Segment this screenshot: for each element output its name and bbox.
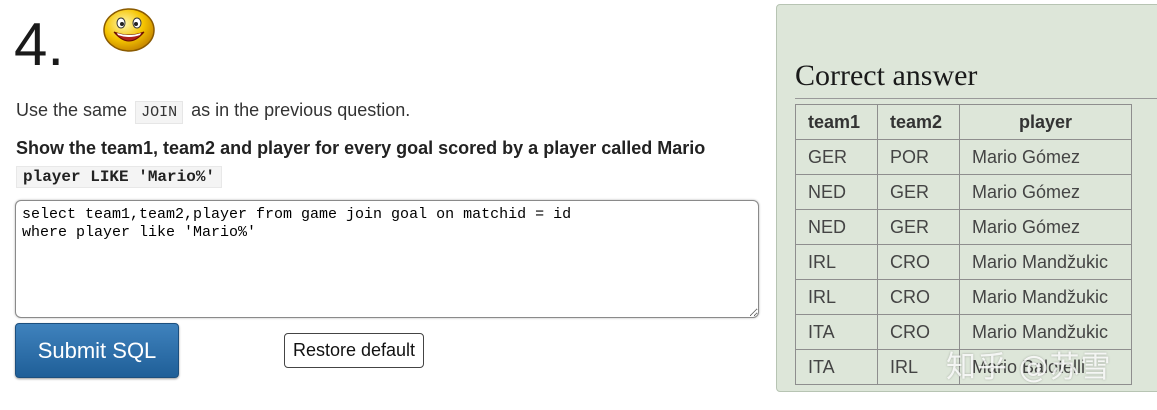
column-header-team2: team2 bbox=[877, 104, 960, 140]
restore-default-button[interactable]: Restore default bbox=[284, 333, 424, 368]
answer-title: Correct answer bbox=[795, 59, 978, 92]
watermark: 知乎 @苏雪 bbox=[946, 350, 1112, 385]
cell-team1: GER bbox=[795, 139, 878, 175]
correct-answer-panel: Correct answer team1 team2 player GER PO… bbox=[776, 4, 1157, 392]
sql-editor[interactable]: select team1,team2,player from game join… bbox=[15, 200, 759, 318]
column-header-team1: team1 bbox=[795, 104, 878, 140]
table-row: IRL CRO Mario Mandžukic bbox=[795, 279, 1132, 315]
cell-player: Mario Gómez bbox=[959, 174, 1132, 210]
table-header-row: team1 team2 player bbox=[795, 104, 1132, 140]
question-number: 4. bbox=[14, 11, 65, 78]
answer-divider bbox=[795, 98, 1157, 99]
intro-before: Use the same bbox=[16, 100, 128, 120]
cell-team1: ITA bbox=[795, 349, 878, 385]
cell-team1: IRL bbox=[795, 279, 878, 315]
intro-text: Use the same JOIN as in the previous que… bbox=[16, 100, 411, 124]
table-row: GER POR Mario Gómez bbox=[795, 139, 1132, 175]
join-keyword-code: JOIN bbox=[135, 101, 184, 124]
table-row: IRL CRO Mario Mandžukic bbox=[795, 244, 1132, 280]
sqlzoo-question-page: 4. Use the same JOIN as in the previous … bbox=[0, 0, 1157, 410]
cell-team1: ITA bbox=[795, 314, 878, 350]
cell-team2: POR bbox=[877, 139, 960, 175]
prompt-code-hint: player LIKE 'Mario%' bbox=[16, 166, 223, 188]
cell-team2: CRO bbox=[877, 244, 960, 280]
cell-team2: GER bbox=[877, 174, 960, 210]
table-row: NED GER Mario Gómez bbox=[795, 174, 1132, 210]
smiley-face-icon bbox=[103, 8, 155, 52]
cell-player: Mario Gómez bbox=[959, 209, 1132, 245]
cell-player: Mario Mandžukic bbox=[959, 279, 1132, 315]
submit-sql-button[interactable]: Submit SQL bbox=[15, 323, 179, 378]
question-prompt: Show the team1, team2 and player for eve… bbox=[16, 138, 706, 158]
column-header-player: player bbox=[959, 104, 1132, 140]
cell-team2: GER bbox=[877, 209, 960, 245]
cell-team1: NED bbox=[795, 174, 878, 210]
intro-after: as in the previous question. bbox=[191, 100, 411, 120]
table-row: NED GER Mario Gómez bbox=[795, 209, 1132, 245]
cell-player: Mario Gómez bbox=[959, 139, 1132, 175]
cell-team1: IRL bbox=[795, 244, 878, 280]
cell-player: Mario Mandžukic bbox=[959, 244, 1132, 280]
sql-editor-content: select team1,team2,player from game join… bbox=[22, 206, 572, 241]
cell-team1: NED bbox=[795, 209, 878, 245]
cell-team2: CRO bbox=[877, 279, 960, 315]
